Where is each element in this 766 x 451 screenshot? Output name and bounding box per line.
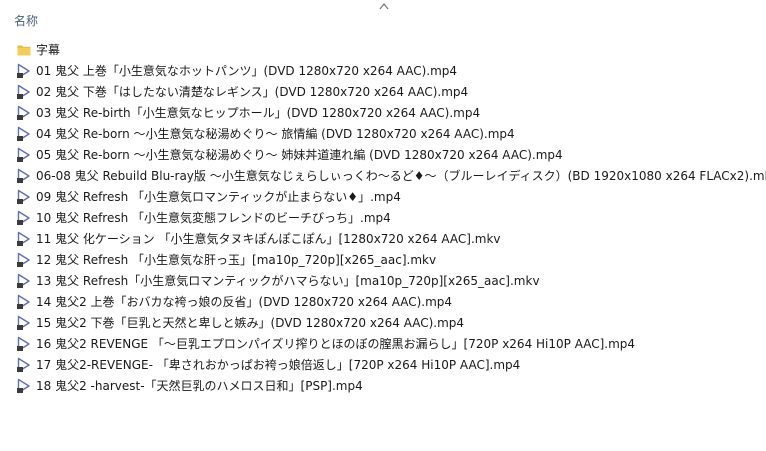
file-name: 14 鬼父2 上巻「おバカな袴っ娘の反省」(DVD 1280x720 x264 …	[36, 295, 453, 309]
file-name: 17 鬼父2-REVENGE- 「卑されおかっぱお袴っ娘倍返し」[720P x2…	[36, 358, 521, 372]
video-file-icon	[15, 377, 33, 395]
file-name: 01 鬼父 上巻「小生意気なホットパンツ」(DVD 1280x720 x264 …	[36, 64, 458, 78]
file-row[interactable]: 10 鬼父 Refresh 「小生意気変態フレンドのビーチびっち」.mp4	[8, 207, 760, 228]
file-name: 09 鬼父 Refresh 「小生意気ロマンティックが止まらない♦」.mp4	[36, 190, 401, 204]
file-row[interactable]: 02 鬼父 下巻「はしたない清楚なレギンス」(DVD 1280x720 x264…	[8, 81, 760, 102]
column-header-bar: 名称	[0, 0, 766, 35]
file-name: 10 鬼父 Refresh 「小生意気変態フレンドのビーチびっち」.mp4	[36, 211, 391, 225]
video-file-icon	[15, 272, 33, 290]
video-file-icon	[15, 314, 33, 332]
folder-row[interactable]: 字幕	[8, 39, 760, 60]
video-file-icon	[15, 83, 33, 101]
file-name: 16 鬼父2 REVENGE 「～巨乳エプロンパイズリ搾りとほのぼの膣黒お漏らし…	[36, 337, 636, 351]
file-name: 04 鬼父 Re-born ～小生意気な秘湯めぐり～ 旅情編 (DVD 1280…	[36, 127, 515, 141]
file-name: 11 鬼父 化ケーション 「小生意気タヌキぽんぽこぽん」[1280x720 x2…	[36, 232, 501, 246]
file-row[interactable]: 05 鬼父 Re-born ～小生意気な秘湯めぐり～ 姉妹丼道連れ編 (DVD …	[8, 144, 760, 165]
file-name: 05 鬼父 Re-born ～小生意気な秘湯めぐり～ 姉妹丼道連れ編 (DVD …	[36, 148, 563, 162]
sort-ascending-icon	[379, 3, 389, 10]
file-name: 06-08 鬼父 Rebuild Blu-ray版 ～小生意気なじぇらしぃっくわ…	[36, 169, 766, 183]
video-file-icon	[15, 62, 33, 80]
video-file-icon	[15, 104, 33, 122]
video-file-icon	[15, 251, 33, 269]
video-file-icon	[15, 167, 33, 185]
file-row[interactable]: 18 鬼父2 -harvest-「天然巨乳のハメロス日和」[PSP].mp4	[8, 375, 760, 396]
file-name: 13 鬼父 Refresh「小生意気ロマンティックがハマらない」[ma10p_7…	[36, 274, 540, 288]
video-file-icon	[15, 146, 33, 164]
file-row[interactable]: 17 鬼父2-REVENGE- 「卑されおかっぱお袴っ娘倍返し」[720P x2…	[8, 354, 760, 375]
video-file-icon	[15, 356, 33, 374]
video-file-icon	[15, 335, 33, 353]
file-row[interactable]: 09 鬼父 Refresh 「小生意気ロマンティックが止まらない♦」.mp4	[8, 186, 760, 207]
file-name: 02 鬼父 下巻「はしたない清楚なレギンス」(DVD 1280x720 x264…	[36, 85, 469, 99]
video-file-icon	[15, 230, 33, 248]
folder-name: 字幕	[36, 43, 61, 57]
file-row[interactable]: 11 鬼父 化ケーション 「小生意気タヌキぽんぽこぽん」[1280x720 x2…	[8, 228, 760, 249]
column-header-name[interactable]: 名称	[14, 12, 38, 29]
file-row[interactable]: 06-08 鬼父 Rebuild Blu-ray版 ～小生意気なじぇらしぃっくわ…	[8, 165, 766, 186]
file-row[interactable]: 14 鬼父2 上巻「おバカな袴っ娘の反省」(DVD 1280x720 x264 …	[8, 291, 760, 312]
video-file-icon	[15, 209, 33, 227]
file-row[interactable]: 15 鬼父2 下巻「巨乳と天然と卑しと嫉み」(DVD 1280x720 x264…	[8, 312, 760, 333]
file-name: 03 鬼父 Re-birth「小生意気なヒップホール」(DVD 1280x720…	[36, 106, 481, 120]
file-name: 12 鬼父 Refresh 「小生意気な肝っ玉」[ma10p_720p][x26…	[36, 253, 437, 267]
video-file-icon	[15, 125, 33, 143]
video-file-icon	[15, 188, 33, 206]
file-row[interactable]: 03 鬼父 Re-birth「小生意気なヒップホール」(DVD 1280x720…	[8, 102, 760, 123]
file-row[interactable]: 12 鬼父 Refresh 「小生意気な肝っ玉」[ma10p_720p][x26…	[8, 249, 760, 270]
folder-icon	[15, 41, 33, 59]
file-name: 15 鬼父2 下巻「巨乳と天然と卑しと嫉み」(DVD 1280x720 x264…	[36, 316, 465, 330]
file-row[interactable]: 13 鬼父 Refresh「小生意気ロマンティックがハマらない」[ma10p_7…	[8, 270, 760, 291]
file-row[interactable]: 04 鬼父 Re-born ～小生意気な秘湯めぐり～ 旅情編 (DVD 1280…	[8, 123, 760, 144]
file-row[interactable]: 01 鬼父 上巻「小生意気なホットパンツ」(DVD 1280x720 x264 …	[8, 60, 760, 81]
video-file-icon	[15, 293, 33, 311]
file-row[interactable]: 16 鬼父2 REVENGE 「～巨乳エプロンパイズリ搾りとほのぼの膣黒お漏らし…	[8, 333, 760, 354]
file-name: 18 鬼父2 -harvest-「天然巨乳のハメロス日和」[PSP].mp4	[36, 379, 363, 393]
